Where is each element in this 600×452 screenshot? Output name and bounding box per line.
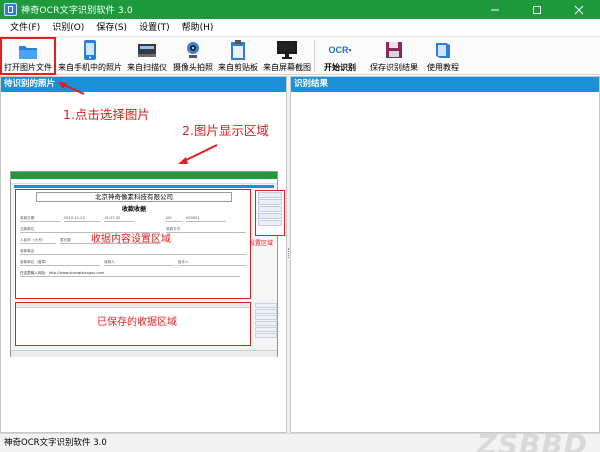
preview-status-bar xyxy=(11,350,277,357)
annotation-settings-area: 设置区域 xyxy=(249,240,274,247)
loaded-image-preview: 北京神奇像素科技有限公司 收款收据 收款日期 2019-11-22 15:37:… xyxy=(10,171,285,357)
preview-field-date: 2019-11-22 xyxy=(64,216,100,222)
preview-field-method: 收款方式 xyxy=(166,227,246,233)
preview-settings-box xyxy=(255,190,285,236)
preview-table-head xyxy=(16,303,250,308)
preview-menu xyxy=(11,179,277,184)
watermark-logo: ZSBBD xyxy=(476,428,588,452)
preview-header xyxy=(14,185,274,188)
preview-company-name: 北京神奇像素科技有限公司 xyxy=(36,192,232,202)
preview-action-list xyxy=(255,302,277,346)
annotation-saved-area: 已保存的收据区域 xyxy=(97,317,177,328)
preview-field-cashier: 收款人 xyxy=(104,260,174,266)
preview-field-date-label: 收款日期 xyxy=(20,216,60,222)
preview-field-unit: 收款单位（盖章） xyxy=(20,260,100,266)
preview-field-amount-label: 人民币（大写） xyxy=(20,238,56,244)
preview-field-handler: 经手人 xyxy=(178,260,246,266)
preview-field-no-label: NO xyxy=(166,216,182,222)
preview-field-time: 15:37:32 xyxy=(104,216,134,222)
annotation-form-area: 收据内容设置区域 xyxy=(91,234,171,245)
preview-field-no: 000001 xyxy=(186,216,226,222)
preview-field-url: 在这里输入网址：http://www.shenqixiangsu.com xyxy=(20,271,240,277)
preview-field-reason: 收款事由 xyxy=(20,249,246,255)
preview-doc-title: 收款收据 xyxy=(121,206,146,213)
preview-title-bar xyxy=(11,172,277,179)
